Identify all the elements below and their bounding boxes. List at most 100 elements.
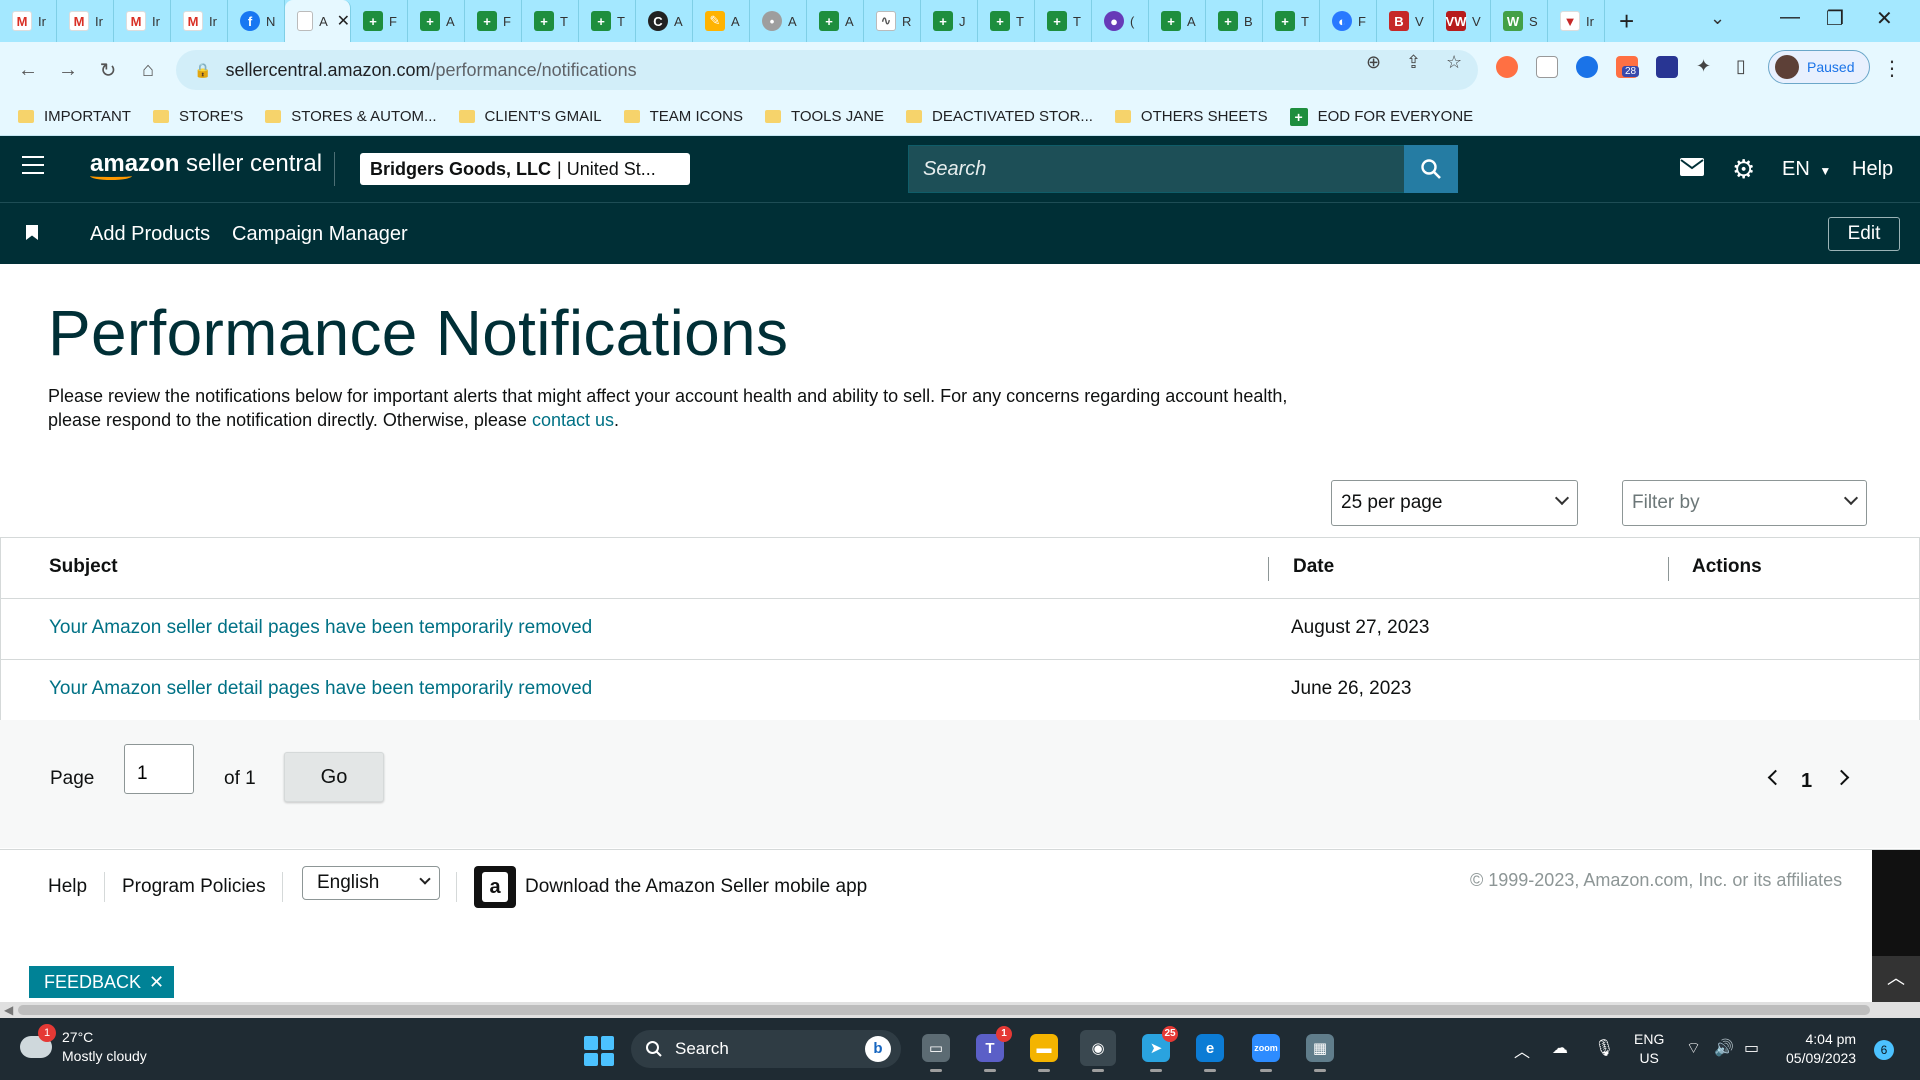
filter-select[interactable]: Filter by — [1622, 480, 1867, 526]
extensions-puzzle-icon[interactable]: ✦ — [1696, 56, 1711, 77]
bookmark-item[interactable]: TEAM ICONS — [623, 108, 743, 125]
bookmark-item[interactable]: OTHERS SHEETS — [1114, 108, 1268, 125]
tray-chevron-up-icon[interactable]: ︿ — [1514, 1038, 1530, 1062]
profile-button[interactable]: Paused — [1768, 50, 1870, 84]
bing-icon[interactable]: b — [865, 1036, 891, 1062]
weather-widget[interactable]: 1 27°C Mostly cloudy — [20, 1024, 147, 1066]
edge-icon[interactable]: e — [1192, 1030, 1228, 1072]
extension-calendar-icon[interactable]: 28 — [1616, 56, 1640, 78]
browser-tab[interactable]: ∿ R — [864, 0, 921, 42]
browser-tab[interactable]: • A — [750, 0, 807, 42]
amazon-app-icon[interactable]: a — [474, 866, 516, 908]
notification-count-badge[interactable]: 6 — [1874, 1040, 1894, 1060]
browser-tab[interactable]: BV — [1377, 0, 1434, 42]
hamburger-menu-icon[interactable] — [22, 156, 44, 180]
zoom-icon[interactable]: zoom — [1248, 1030, 1284, 1072]
current-page-number[interactable]: 1 — [1801, 770, 1812, 793]
extension-ad-icon[interactable] — [1536, 56, 1558, 78]
help-link[interactable]: Help — [1852, 158, 1893, 181]
bookmark-item[interactable]: STORES & AUTOM... — [265, 108, 437, 125]
column-header-date[interactable]: Date — [1293, 556, 1334, 578]
browser-tab[interactable]: + B — [1206, 0, 1263, 42]
footer-program-policies-link[interactable]: Program Policies — [122, 876, 266, 898]
browser-tab[interactable]: M Ir — [0, 0, 57, 42]
browser-tab[interactable]: + T — [1263, 0, 1320, 42]
browser-tab[interactable]: ✎ A — [693, 0, 750, 42]
back-icon[interactable]: ← — [8, 59, 48, 82]
per-page-select[interactable]: 25 per page — [1331, 480, 1578, 526]
battery-icon[interactable]: ▭ — [1744, 1038, 1759, 1058]
onedrive-cloud-icon[interactable]: ☁ — [1552, 1038, 1568, 1058]
bookmark-item[interactable]: DEACTIVATED STOR... — [906, 108, 1093, 125]
browser-tab[interactable]: CA — [636, 0, 693, 42]
file-explorer-icon[interactable]: ▭ — [918, 1030, 954, 1072]
microphone-icon[interactable]: 🎙 — [1594, 1038, 1614, 1058]
scrollbar-thumb[interactable] — [18, 1005, 1870, 1015]
browser-tab[interactable]: fN — [228, 0, 285, 42]
system-clock[interactable]: 4:04 pm 05/09/2023 — [1786, 1030, 1856, 1068]
browser-tab[interactable]: ▼ Ir — [1548, 0, 1605, 42]
forward-icon[interactable]: → — [48, 59, 88, 82]
calculator-icon[interactable]: ▦ — [1302, 1030, 1338, 1072]
lock-icon[interactable]: 🔒 — [194, 62, 211, 79]
input-language[interactable]: ENG US — [1634, 1030, 1664, 1068]
next-page-icon[interactable] — [1833, 769, 1850, 786]
browser-tab[interactable]: + F — [351, 0, 408, 42]
browser-tab[interactable]: + T — [579, 0, 636, 42]
teams-icon[interactable]: T1 — [972, 1026, 1012, 1072]
search-button[interactable] — [1404, 145, 1458, 193]
download-app-link[interactable]: Download the Amazon Seller mobile app — [525, 876, 867, 898]
language-selector[interactable]: EN ▼ — [1782, 158, 1831, 181]
bookmark-item[interactable]: TOOLS JANE — [764, 108, 884, 125]
browser-tab[interactable]: + F — [465, 0, 522, 42]
nav-campaign-manager[interactable]: Campaign Manager — [232, 223, 408, 246]
horizontal-scrollbar[interactable]: ◀ — [0, 1002, 1920, 1018]
browser-tab[interactable]: + A — [807, 0, 864, 42]
mail-icon[interactable] — [1680, 156, 1704, 182]
column-header-subject[interactable]: Subject — [49, 556, 118, 578]
notification-subject-link[interactable]: Your Amazon seller detail pages have bee… — [49, 678, 592, 700]
minimize-icon[interactable]: — — [1780, 6, 1800, 29]
contact-us-link[interactable]: contact us — [532, 410, 614, 430]
browser-tab[interactable]: M Ir — [171, 0, 228, 42]
footer-help-link[interactable]: Help — [48, 876, 87, 898]
bookmark-item[interactable]: + EOD FOR EVERYONE — [1289, 107, 1473, 126]
go-button[interactable]: Go — [284, 752, 384, 802]
browser-tab[interactable]: + J — [921, 0, 978, 42]
close-icon[interactable]: ✕ — [149, 972, 164, 993]
edit-button[interactable]: Edit — [1828, 217, 1900, 251]
share-icon[interactable]: ⇪ — [1406, 52, 1421, 73]
account-switcher[interactable]: Bridgers Goods, LLC | United St... — [360, 153, 690, 185]
folder-icon[interactable]: ▬ — [1026, 1030, 1062, 1072]
bookmark-star-icon[interactable]: ☆ — [1446, 52, 1462, 73]
address-bar[interactable]: 🔒 sellercentral.amazon.com/performance/n… — [176, 50, 1478, 90]
settings-gear-icon[interactable]: ⚙ — [1732, 154, 1755, 185]
browser-tab[interactable]: + A — [408, 0, 465, 42]
browser-tab[interactable]: WS — [1491, 0, 1548, 42]
browser-tab[interactable]: ●( — [1092, 0, 1149, 42]
browser-tab[interactable]: + T — [1035, 0, 1092, 42]
bookmark-icon[interactable] — [26, 225, 38, 240]
tab-active[interactable]: A ✕ — [285, 0, 351, 42]
extension-orange-icon[interactable] — [1496, 56, 1518, 78]
footer-language-select[interactable]: English — [302, 866, 440, 900]
bookmark-item[interactable]: CLIENT'S GMAIL — [458, 108, 602, 125]
browser-tab[interactable]: + T — [978, 0, 1035, 42]
volume-icon[interactable]: 🔊 — [1714, 1038, 1734, 1058]
side-panel-icon[interactable]: ▯ — [1736, 56, 1746, 77]
page-number-input[interactable] — [124, 744, 194, 794]
home-icon[interactable]: ⌂ — [128, 59, 168, 82]
windows-start-icon[interactable] — [584, 1036, 614, 1066]
notification-subject-link[interactable]: Your Amazon seller detail pages have bee… — [49, 617, 592, 639]
bookmark-item[interactable]: IMPORTANT — [18, 108, 131, 125]
browser-tab[interactable]: + T — [522, 0, 579, 42]
extension-grid-icon[interactable] — [1656, 56, 1678, 78]
new-tab-icon[interactable]: + — [1619, 6, 1634, 37]
extension-blue-icon[interactable] — [1576, 56, 1598, 78]
search-input[interactable]: Search — [908, 145, 1405, 193]
browser-tab[interactable]: M Ir — [57, 0, 114, 42]
telegram-icon[interactable]: ➤ 25 — [1138, 1026, 1178, 1072]
restore-icon[interactable]: ❐ — [1826, 6, 1844, 31]
reload-icon[interactable]: ↻ — [88, 58, 128, 83]
seller-central-logo[interactable]: amazon seller central — [90, 150, 322, 180]
